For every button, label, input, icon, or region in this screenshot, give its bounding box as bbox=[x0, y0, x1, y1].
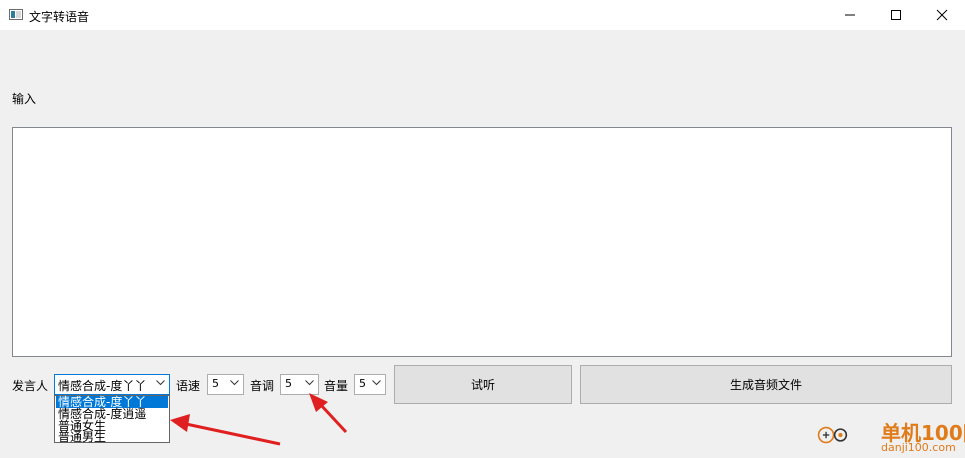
input-label: 输入 bbox=[12, 92, 37, 106]
watermark: 单机100网 danji100.com bbox=[815, 415, 965, 455]
chevron-down-icon bbox=[156, 380, 165, 386]
pitch-select[interactable]: 5 bbox=[280, 374, 319, 395]
volume-value: 5 bbox=[359, 377, 366, 390]
chevron-down-icon bbox=[372, 380, 381, 386]
volume-label: 音量 bbox=[324, 379, 349, 393]
chevron-down-icon bbox=[305, 380, 314, 386]
speaker-selected-value: 情感合成-度丫丫 bbox=[58, 379, 147, 393]
window-title: 文字转语音 bbox=[29, 10, 90, 24]
minimize-button[interactable] bbox=[827, 0, 873, 30]
speaker-option[interactable]: 普通男生 bbox=[56, 431, 168, 443]
watermark-logo-icon bbox=[817, 426, 848, 444]
listen-button[interactable]: 试听 bbox=[394, 365, 572, 404]
speaker-select[interactable]: 情感合成-度丫丫 bbox=[54, 374, 170, 395]
app-icon bbox=[9, 9, 23, 20]
red-arrow-icon bbox=[170, 414, 281, 446]
speed-label: 语速 bbox=[176, 379, 201, 393]
speed-select[interactable]: 5 bbox=[207, 374, 244, 395]
generate-audio-button[interactable]: 生成音频文件 bbox=[580, 365, 952, 404]
text-input-area[interactable] bbox=[12, 127, 952, 357]
speed-value: 5 bbox=[212, 377, 219, 390]
volume-select[interactable]: 5 bbox=[354, 374, 386, 395]
pitch-value: 5 bbox=[285, 377, 292, 390]
close-button[interactable] bbox=[919, 0, 965, 30]
watermark-url: danji100.com bbox=[881, 441, 956, 454]
minimize-icon bbox=[845, 14, 855, 16]
close-icon bbox=[936, 9, 948, 21]
red-arrow-icon bbox=[309, 393, 348, 434]
maximize-icon bbox=[891, 10, 901, 20]
speaker-dropdown-list: 情感合成-度丫丫 情感合成-度逍遥 普通女生 普通男生 bbox=[54, 395, 170, 443]
speaker-label: 发言人 bbox=[12, 379, 49, 393]
maximize-button[interactable] bbox=[873, 0, 919, 30]
chevron-down-icon bbox=[230, 380, 239, 386]
pitch-label: 音调 bbox=[250, 379, 275, 393]
title-bar: 文字转语音 bbox=[0, 0, 965, 30]
